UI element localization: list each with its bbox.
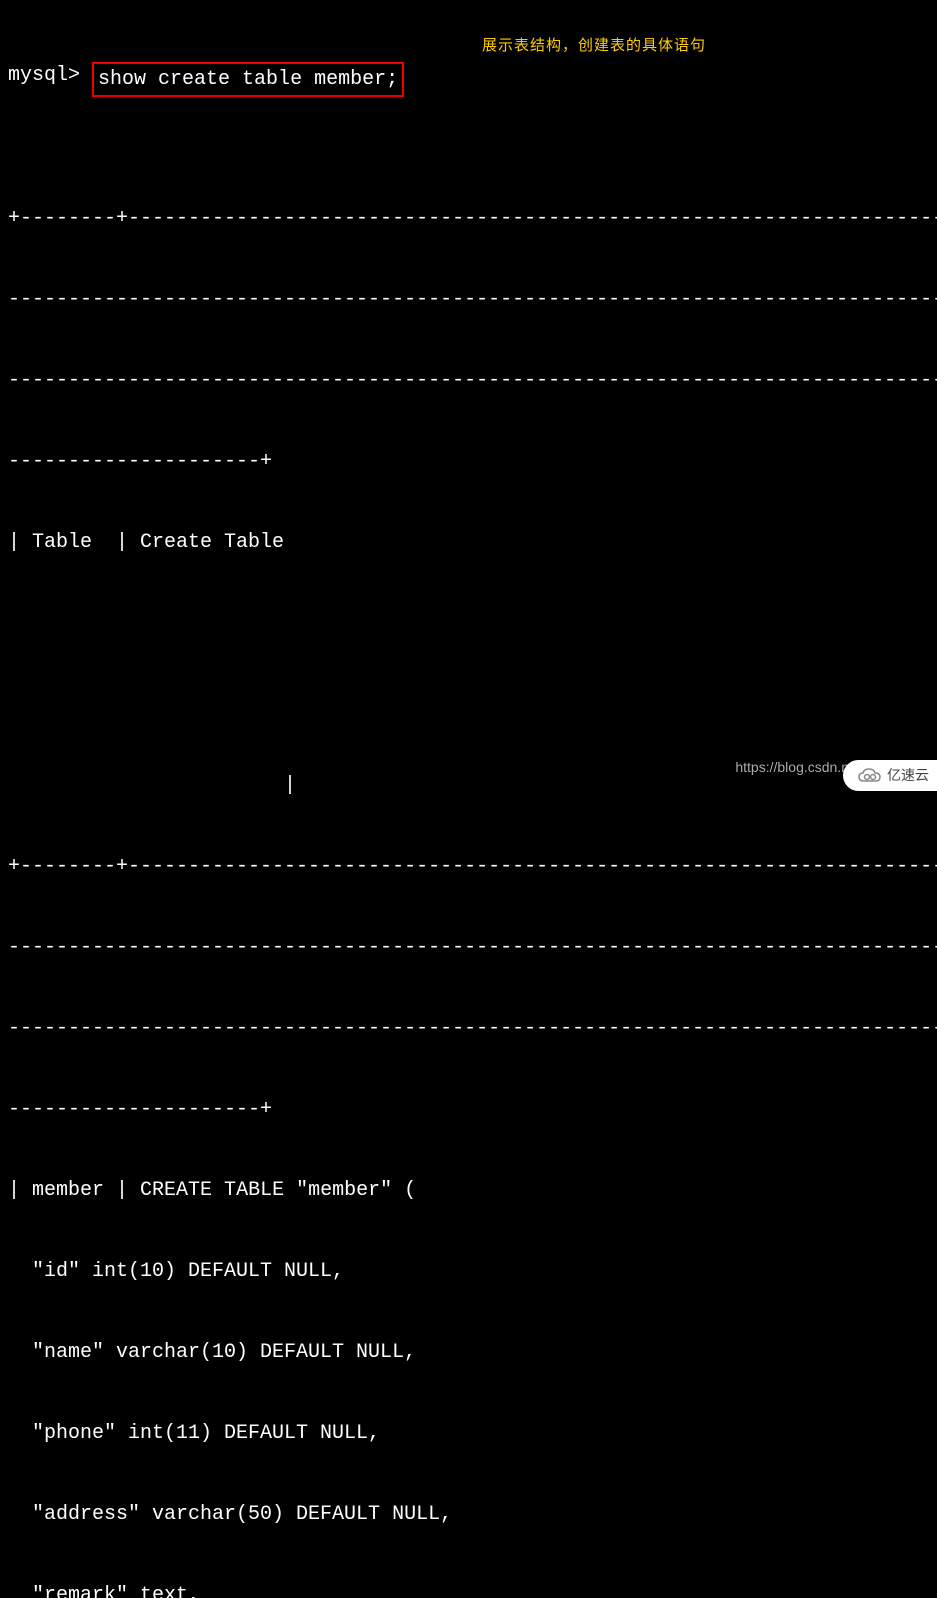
table-header: | Table | Create Table xyxy=(8,529,929,556)
column-def: "remark" text, xyxy=(8,1582,929,1598)
separator: +--------+------------------------------… xyxy=(8,205,929,232)
command-line: mysql> show create table member; xyxy=(8,62,929,97)
column-def: "id" int(10) DEFAULT NULL, xyxy=(8,1258,929,1285)
annotation-text: 展示表结构，创建表的具体语句 xyxy=(482,36,706,56)
watermark-url: https://blog.csdn.n xyxy=(735,758,849,777)
cloud-icon xyxy=(857,767,883,785)
column-def: "address" varchar(50) DEFAULT NULL, xyxy=(8,1501,929,1528)
separator: ----------------------------------------… xyxy=(8,286,929,313)
separator: ----------------------------------------… xyxy=(8,934,929,961)
separator: ----------------------------------------… xyxy=(8,1015,929,1042)
blank-line xyxy=(8,691,929,718)
prompt: mysql> xyxy=(8,62,92,89)
separator: ---------------------+ xyxy=(8,448,929,475)
column-def: "phone" int(11) DEFAULT NULL, xyxy=(8,1420,929,1447)
separator: ----------------------------------------… xyxy=(8,367,929,394)
column-def: "name" varchar(10) DEFAULT NULL, xyxy=(8,1339,929,1366)
separator: ---------------------+ xyxy=(8,1096,929,1123)
terminal-output: mysql> show create table member; 展示表结构，创… xyxy=(8,8,929,1598)
command-highlight: show create table member; xyxy=(92,62,404,97)
separator: +--------+------------------------------… xyxy=(8,853,929,880)
watermark-logo: 亿速云 xyxy=(843,760,937,791)
blank-line xyxy=(8,610,929,637)
create-table-start: | member | CREATE TABLE "member" ( xyxy=(8,1177,929,1204)
watermark-brand-text: 亿速云 xyxy=(887,766,929,785)
